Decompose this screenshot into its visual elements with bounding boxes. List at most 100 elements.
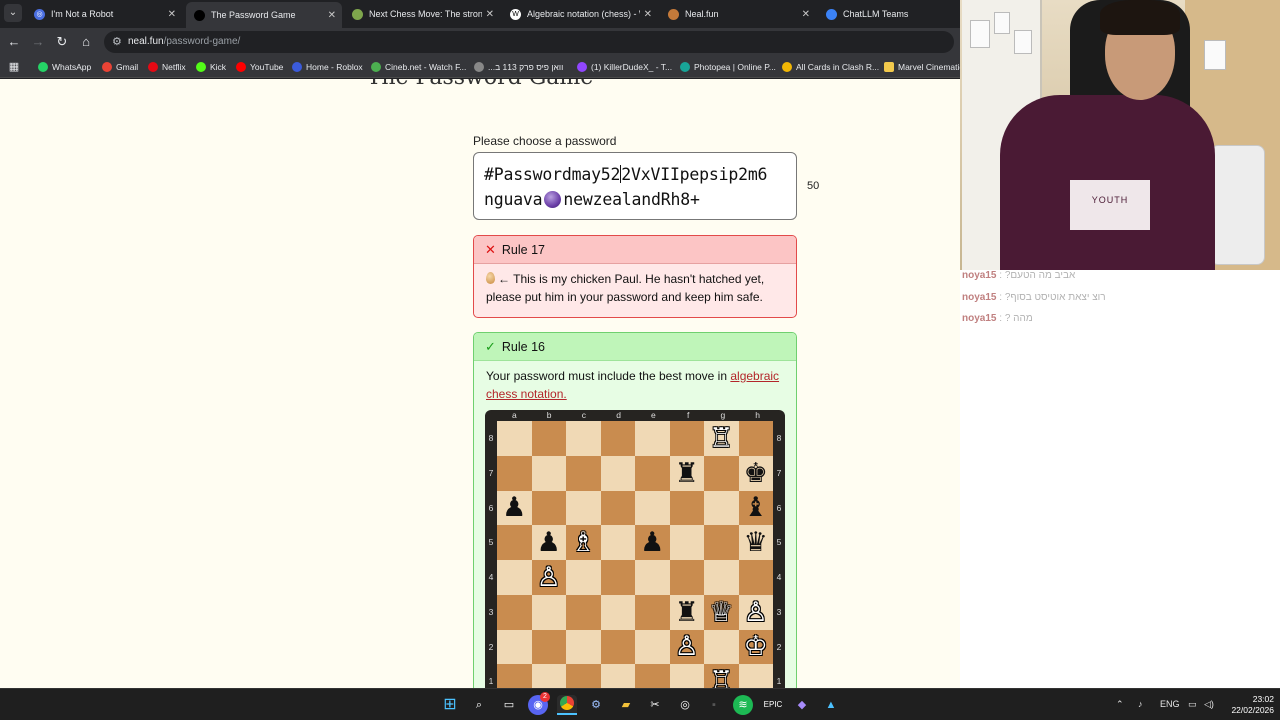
language-indicator[interactable]: ENG (1160, 699, 1180, 709)
square-e2[interactable] (635, 629, 670, 665)
square-g4[interactable] (704, 560, 739, 595)
square-d8[interactable] (600, 421, 635, 456)
black-piece-h6[interactable]: ♝ (744, 494, 768, 521)
square-h2[interactable]: ♔ (738, 629, 773, 665)
square-a8[interactable] (497, 421, 532, 456)
bookmark-netflix[interactable]: Netflix (148, 60, 186, 74)
clock[interactable]: 23:02 22/02/2026 (1222, 694, 1274, 716)
square-e4[interactable] (635, 560, 670, 595)
square-e8[interactable] (635, 421, 670, 456)
square-a4[interactable] (497, 560, 532, 595)
bookmark-one-piece[interactable]: ...וואן פיס פרק 113 ב (474, 60, 563, 74)
bookmark-cineb[interactable]: Cineb.net - Watch F... (371, 60, 466, 74)
square-d1[interactable] (600, 664, 635, 688)
square-f4[interactable] (669, 560, 704, 595)
square-g1[interactable]: ♖ (704, 664, 739, 688)
black-piece-h5[interactable]: ♛ (744, 529, 768, 556)
white-piece-g3[interactable]: ♕ (709, 599, 733, 626)
square-e3[interactable] (635, 594, 670, 630)
white-piece-g8[interactable]: ♖ (709, 425, 733, 452)
square-h3[interactable]: ♙ (738, 594, 773, 630)
tab-password-game[interactable]: The Password Game ✕ (186, 2, 342, 28)
app-icon[interactable]: ▪ (704, 695, 724, 715)
square-g6[interactable] (704, 490, 739, 526)
square-c7[interactable] (566, 455, 601, 491)
chrome-icon[interactable] (557, 695, 577, 715)
square-g5[interactable] (704, 525, 739, 560)
square-c5[interactable]: ♗ (566, 525, 601, 560)
black-piece-a6[interactable]: ♟ (502, 494, 526, 521)
tab-next-chess-move[interactable]: Next Chess Move: The strongest ✕ (344, 2, 500, 26)
square-f7[interactable]: ♜ (669, 455, 704, 491)
square-a3[interactable] (497, 594, 532, 630)
bookmark-youtube[interactable]: YouTube (236, 60, 283, 74)
square-d5[interactable] (600, 525, 635, 560)
forward-icon[interactable]: → (30, 34, 46, 50)
square-b8[interactable] (531, 421, 566, 456)
square-d7[interactable] (600, 455, 635, 491)
square-c3[interactable] (566, 594, 601, 630)
square-g7[interactable] (704, 455, 739, 491)
square-f2[interactable]: ♙ (669, 629, 704, 665)
square-c6[interactable] (566, 490, 601, 526)
tab-chatllm[interactable]: ChatLLM Teams (818, 2, 958, 26)
file-explorer-icon[interactable]: ▰ (616, 695, 636, 715)
bookmark-photopea[interactable]: Photopea | Online P... (680, 60, 776, 74)
obs-icon[interactable]: ◎ (675, 695, 695, 715)
spotify-icon[interactable]: ≋ (733, 695, 753, 715)
square-a2[interactable] (497, 629, 532, 665)
square-g3[interactable]: ♕ (704, 594, 739, 630)
bookmark-roblox[interactable]: Home - Roblox (292, 60, 363, 74)
square-g2[interactable] (704, 629, 739, 665)
photos-icon[interactable]: ▲ (821, 695, 841, 715)
steam-icon[interactable]: ⚙ (586, 695, 606, 715)
square-a6[interactable]: ♟ (497, 490, 532, 526)
black-piece-h7[interactable]: ♚ (744, 460, 768, 487)
vs-code-icon[interactable]: ◆ (792, 695, 812, 715)
white-piece-g1[interactable]: ♖ (709, 668, 733, 688)
black-piece-f7[interactable]: ♜ (675, 460, 699, 487)
network-icon[interactable]: ▭ (1188, 699, 1197, 710)
task-view-icon[interactable]: ▭ (499, 695, 519, 715)
square-b7[interactable] (531, 455, 566, 491)
square-b4[interactable]: ♙ (531, 560, 566, 595)
square-a1[interactable] (497, 664, 532, 688)
white-piece-h2[interactable]: ♔ (744, 633, 768, 660)
tab-im-not-a-robot[interactable]: ◎ I'm Not a Robot ✕ (26, 2, 182, 26)
square-h6[interactable]: ♝ (738, 490, 773, 526)
tab-search-icon[interactable]: ⌄ (4, 4, 22, 22)
square-d2[interactable] (600, 629, 635, 665)
square-d3[interactable] (600, 594, 635, 630)
black-piece-b5[interactable]: ♟ (537, 529, 561, 556)
square-b5[interactable]: ♟ (531, 525, 566, 560)
bookmark-clash-royale[interactable]: All Cards in Clash R... (782, 60, 879, 74)
site-info-icon[interactable]: ⚙ (112, 35, 122, 48)
square-h5[interactable]: ♛ (738, 525, 773, 560)
reload-icon[interactable]: ↻ (54, 34, 70, 50)
square-g8[interactable]: ♖ (704, 421, 739, 456)
white-piece-h3[interactable]: ♙ (744, 599, 768, 626)
windows-start-icon[interactable]: ⊞ (440, 695, 460, 715)
square-b3[interactable] (531, 594, 566, 630)
square-f1[interactable] (669, 664, 704, 688)
black-piece-f3[interactable]: ♜ (675, 599, 699, 626)
bookmark-whatsapp[interactable]: WhatsApp (38, 60, 91, 74)
password-input[interactable]: #Passwordmay522VxVIIpepsip2m6 nguava newz… (473, 152, 797, 220)
square-h7[interactable]: ♚ (738, 455, 773, 491)
white-piece-c5[interactable]: ♗ (571, 529, 595, 556)
square-a7[interactable] (497, 455, 532, 491)
apps-grid-icon[interactable]: ▦ (6, 59, 22, 75)
tab-wikipedia[interactable]: W Algebraic notation (chess) - Wiki ✕ (502, 2, 658, 26)
square-c4[interactable] (566, 560, 601, 595)
square-a5[interactable] (497, 525, 532, 560)
square-e5[interactable]: ♟ (635, 525, 670, 560)
square-c2[interactable] (566, 629, 601, 665)
search-icon[interactable]: ⌕ (469, 695, 489, 715)
home-icon[interactable]: ⌂ (78, 34, 94, 50)
volume-icon[interactable]: ◁) (1204, 699, 1214, 710)
bookmark-twitch[interactable]: (1) KillerDudeX_ - T... (577, 60, 672, 74)
square-c8[interactable] (566, 421, 601, 456)
square-e7[interactable] (635, 455, 670, 491)
microphone-icon[interactable]: ♪ (1138, 699, 1143, 709)
square-f8[interactable] (669, 421, 704, 456)
